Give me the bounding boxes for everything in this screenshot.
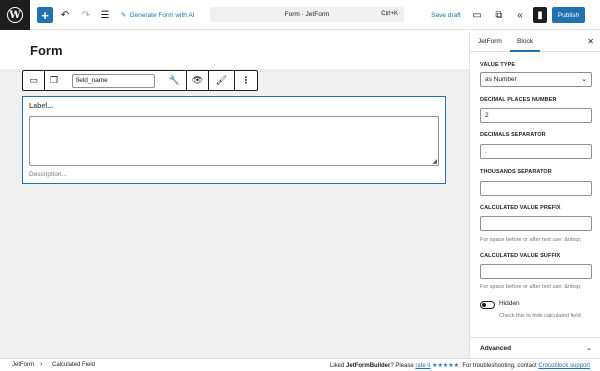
tab-block[interactable]: Block [510,31,540,52]
breadcrumb-jetform[interactable]: JetForm [12,362,34,368]
generate-form-ai-button[interactable]: ✎ Generate Form with AI [121,7,201,23]
wordpress-icon: W [7,7,23,23]
footer-bar: JetForm › Calculated Field Liked JetForm… [0,358,600,371]
block-type-icon[interactable]: ▭ [23,71,45,90]
eye-icon[interactable]: 👁 [187,71,209,90]
value-type-label: VALUE TYPE [480,62,516,68]
value-type-select[interactable]: as Number ⌄ [480,72,592,87]
save-draft-button[interactable]: Save draft [428,7,464,23]
value-type-value: as Number [485,76,517,83]
command-shortcut: Ctrl+K [381,11,398,17]
crocoblock-support-link[interactable]: Crocoblock support [538,363,590,369]
rate-it-link[interactable]: rate it [415,363,430,369]
breadcrumb-calculated-field[interactable]: Calculated Field [52,362,95,368]
page-title[interactable]: Form [30,43,63,58]
close-icon[interactable]: ✕ [587,31,594,52]
editor-canvas: Form ▭ ❐ field_name 🔧 👁 🖌 ⋮ Label... ◢ D… [0,31,469,358]
hidden-label: Hidden [499,300,520,307]
footer-message: Liked JetFormBuilder? Please rate it ★★★… [330,362,600,369]
advanced-label: Advanced [480,345,512,352]
suffix-input[interactable] [480,264,592,279]
wrench-icon[interactable]: 🔧 [163,71,187,90]
chevron-down-icon: ⌄ [581,76,587,83]
sidebar-tabs: JetForm Block ✕ [470,31,600,52]
toggle-knob [482,303,486,307]
duplicate-icon[interactable]: ❐ [45,71,63,90]
thousands-separator-input[interactable] [480,181,592,196]
field-name-input[interactable]: field_name [72,74,155,88]
view-desktop-icon[interactable]: ▭ [470,7,484,23]
chevron-right-icon: › [40,361,43,368]
field-label[interactable]: Label... [29,103,53,110]
magic-wand-icon: ✎ [121,12,127,19]
publish-button[interactable]: Publish [552,7,585,23]
decimal-places-input[interactable]: 2 [480,108,592,123]
redo-icon[interactable]: ↷ [79,7,93,23]
decimals-separator-input[interactable]: . [480,144,592,159]
prefix-help: For space before or after text use: &nbs… [480,237,582,243]
field-description[interactable]: Description... [29,171,67,178]
collapse-icon[interactable]: « [513,7,527,23]
calculated-field-block[interactable]: Label... ◢ Description... [22,96,446,184]
advanced-panel-toggle[interactable]: Advanced ⌄ [470,337,600,358]
suffix-help: For space before or after text use: &nbs… [480,284,582,290]
editor-top-bar: W + ↶ ↷ ☰ ✎ Generate Form with AI Form ·… [0,0,600,30]
footer-msg-mid: ? Please [390,363,416,369]
prefix-input[interactable] [480,216,592,231]
thousands-separator-label: THOUSANDS SEPARATOR [480,169,552,175]
footer-msg-prefix: Liked [330,363,347,369]
footer-brand: JetFormBuilder [346,363,391,369]
hidden-toggle[interactable] [480,301,495,309]
block-toolbar: ▭ ❐ field_name 🔧 👁 🖌 ⋮ [22,70,258,91]
footer-msg-after: . For troubleshooting, contact [458,363,539,369]
document-title: Form · JetForm [284,11,330,18]
field-textarea[interactable]: ◢ [29,116,439,166]
add-block-button[interactable]: + [37,7,53,23]
chevron-down-icon: ⌄ [586,345,592,352]
more-options-icon[interactable]: ⋮ [235,71,257,90]
hidden-help: Check this to hide calculated field [499,313,581,319]
settings-sidebar: JetForm Block ✕ VALUE TYPE as Number ⌄ D… [469,31,600,358]
command-palette-bar[interactable]: Form · JetForm Ctrl+K [210,7,404,22]
decimal-places-label: DECIMAL PLACES NUMBER [480,97,557,103]
tab-jetform[interactable]: JetForm [478,31,502,52]
decimals-separator-label: DECIMALS SEPARATOR [480,132,546,138]
generate-form-label: Generate Form with AI [129,11,195,19]
brush-icon[interactable]: 🖌 [209,71,235,90]
settings-sidebar-icon[interactable]: ▮ [533,7,547,23]
external-link-icon[interactable]: ⧉ [492,7,506,23]
prefix-label: CALCULATED VALUE PREFIX [480,205,561,211]
undo-icon[interactable]: ↶ [58,7,72,23]
resize-handle-icon[interactable]: ◢ [432,158,437,165]
title-area: Form [0,31,469,69]
wordpress-logo[interactable]: W [0,0,30,30]
rating-stars[interactable]: ★★★★★ [432,363,459,369]
list-view-icon[interactable]: ☰ [98,7,112,23]
suffix-label: CALCULATED VALUE SUFFIX [480,253,561,259]
